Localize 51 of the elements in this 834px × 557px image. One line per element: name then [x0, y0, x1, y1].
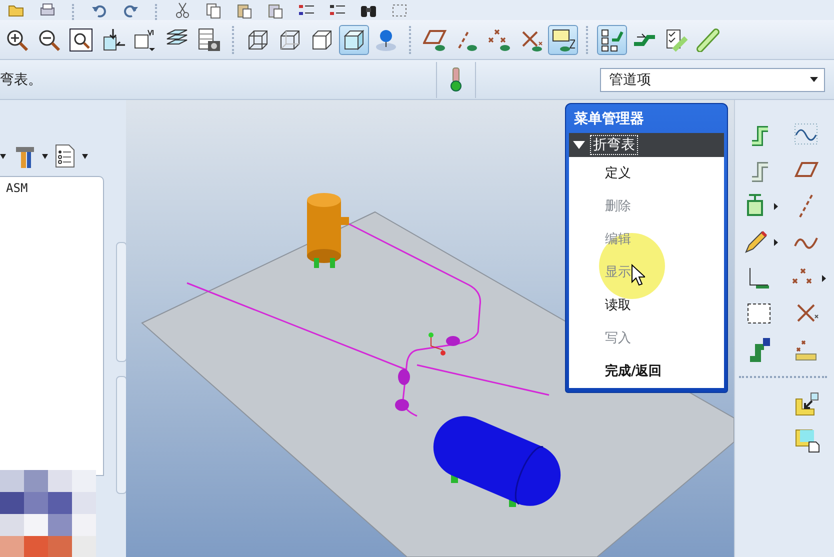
message-text: 弯表。 [0, 70, 43, 88]
flyout-arrow-icon [774, 238, 778, 246]
menu-item[interactable]: 完成/返回 [569, 355, 662, 388]
cylinder-icon [696, 28, 720, 52]
menu-section-header[interactable]: 折弯表 [569, 133, 724, 157]
tree-item[interactable]: ASM [0, 177, 103, 195]
panel-sash-handle[interactable] [116, 376, 127, 494]
toolbar-button[interactable] [597, 24, 627, 54]
cube-icon [310, 28, 334, 52]
scissors-icon [174, 2, 191, 19]
selection-box-icon [391, 2, 408, 19]
zoom-out-icon [37, 28, 61, 52]
table-camera-icon [197, 28, 221, 52]
dropdown-field[interactable]: 管道项 [600, 68, 825, 92]
dropdown-arrow-icon [0, 154, 6, 158]
status-light-icon [449, 66, 463, 92]
crosses-icon [487, 28, 511, 52]
copy-icon [205, 2, 222, 19]
zoom-in-icon [5, 28, 29, 52]
toolbar-button[interactable] [548, 24, 578, 54]
dropdown-arrow-icon [82, 154, 88, 158]
toolbar-button[interactable] [339, 24, 369, 54]
menu-item[interactable]: 读取 [569, 289, 631, 322]
flyout-arrow-icon [774, 202, 778, 210]
expand-arrow-icon [573, 141, 585, 149]
parallelogram-icon [423, 28, 447, 52]
grid-squares-icon [600, 28, 624, 52]
dropdown-arrow-icon [42, 154, 48, 158]
panel-sash-handle[interactable] [116, 242, 127, 362]
list-icon [55, 144, 75, 168]
wave-icon [794, 121, 820, 147]
paste-icon [236, 2, 253, 19]
box-labels-icon [133, 28, 157, 52]
mouse-pointer-icon [631, 264, 645, 286]
copy-blocks-icon [794, 427, 820, 453]
caret-icon [810, 77, 818, 82]
wireframe-cube-icon [246, 28, 270, 52]
refit-icon [69, 28, 93, 52]
coordinate-triad-icon [428, 332, 446, 356]
shaded-cube-icon [342, 28, 366, 52]
window-title: 菜单管理器 [573, 110, 645, 129]
flag-icon [551, 28, 575, 52]
paste-special-icon [267, 2, 284, 19]
sphere-icon [374, 28, 398, 52]
checklist-icon [664, 28, 688, 52]
corner-arrow-icon [794, 391, 820, 417]
menu-item[interactable]: 定义 [569, 157, 631, 190]
box-arrow-icon [101, 28, 125, 52]
cube-hidden-lines-icon [278, 28, 302, 52]
flyout-arrow-icon [822, 274, 826, 282]
pencil-icon [743, 229, 770, 255]
